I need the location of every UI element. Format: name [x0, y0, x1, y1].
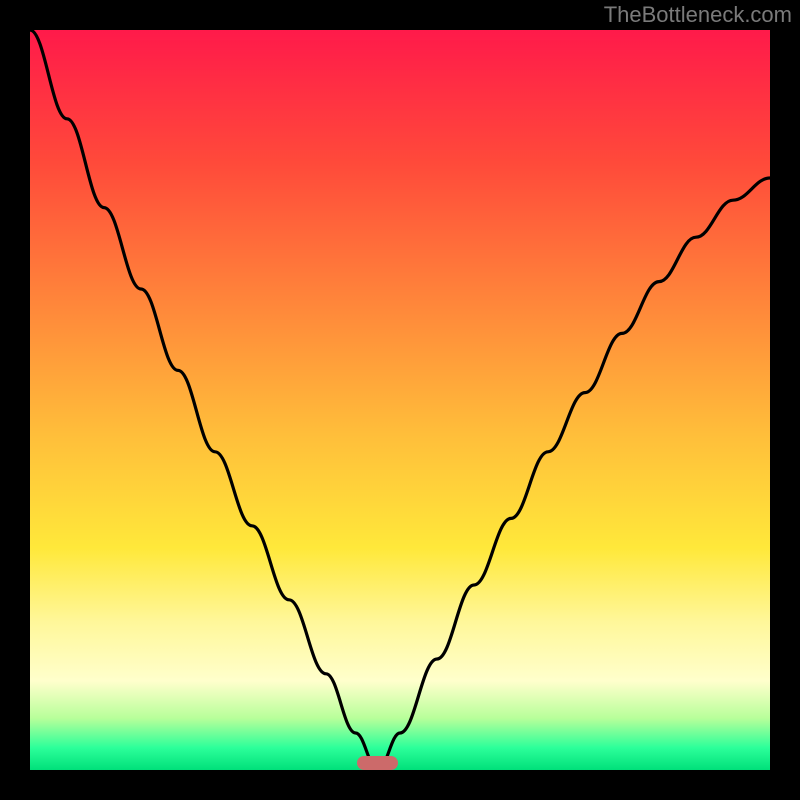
- minimum-marker: [357, 756, 398, 770]
- plot-area: [30, 30, 770, 770]
- watermark-text: TheBottleneck.com: [604, 2, 792, 28]
- right-branch-curve: [378, 178, 770, 770]
- chart-container: TheBottleneck.com: [0, 0, 800, 800]
- left-branch-curve: [30, 30, 378, 770]
- curve-layer: [30, 30, 770, 770]
